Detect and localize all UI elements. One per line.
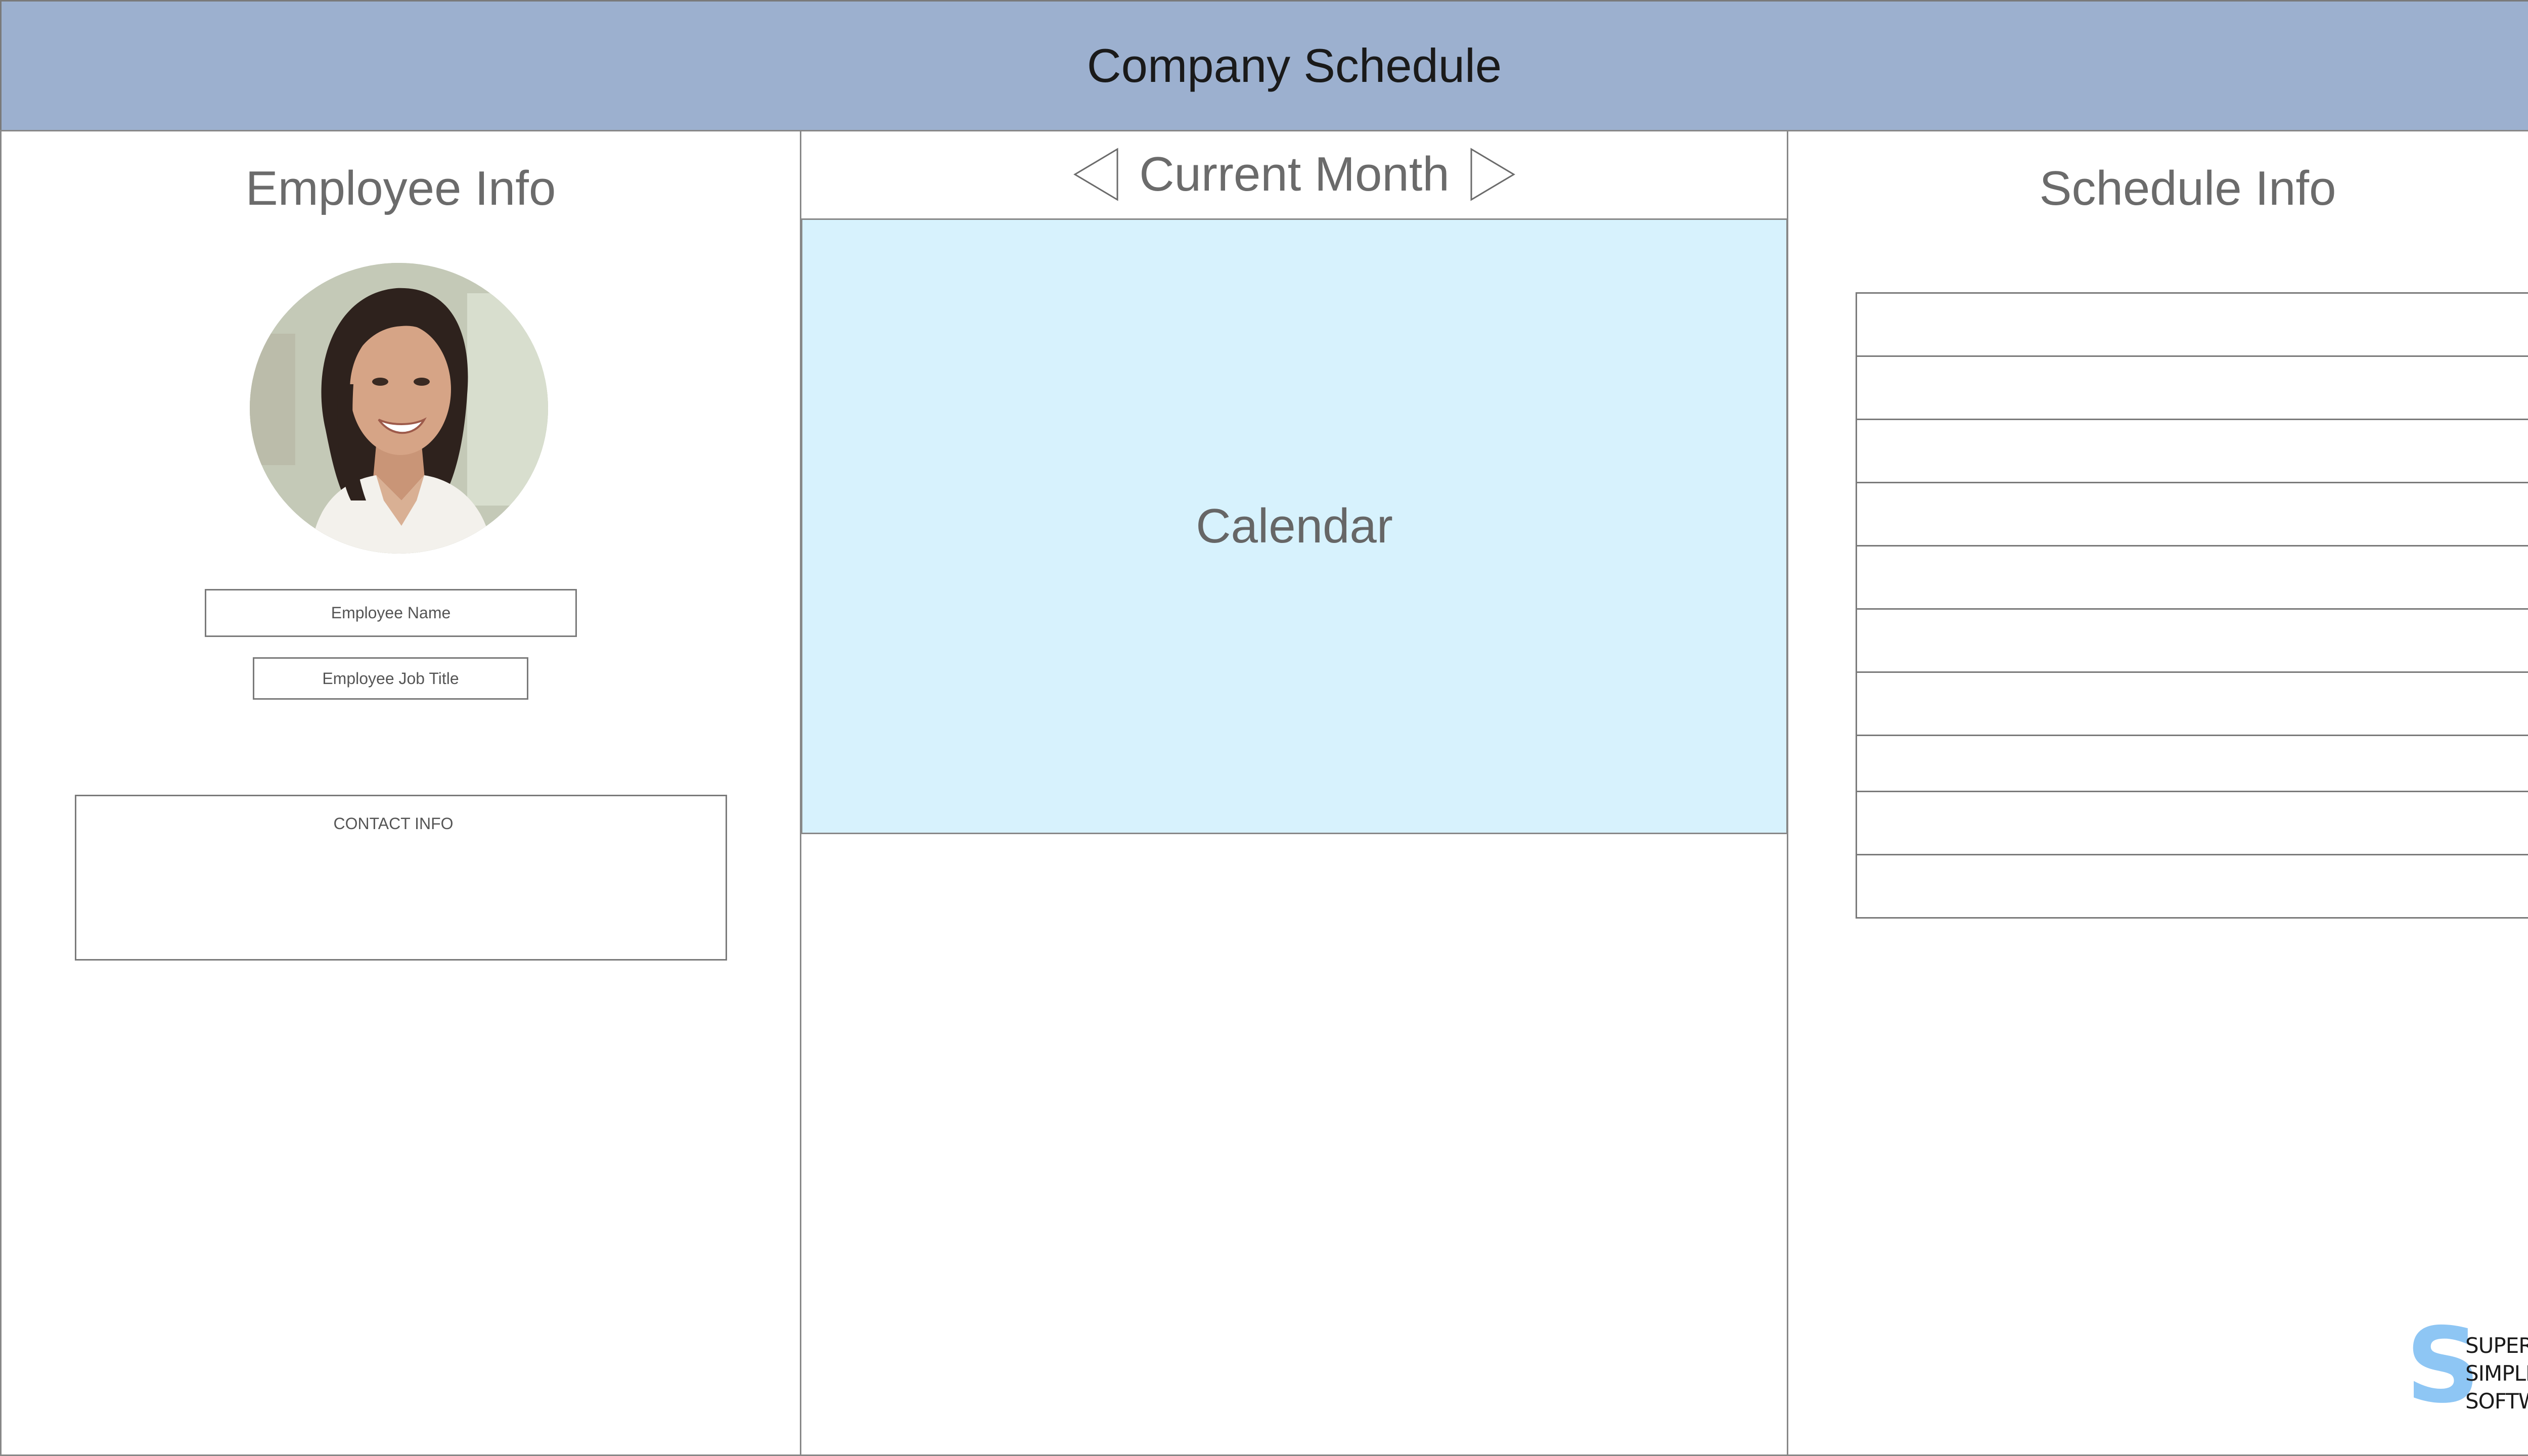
employee-avatar[interactable]	[250, 263, 548, 554]
app-header: Company Schedule	[0, 0, 2528, 131]
employee-info-heading: Employee Info	[245, 161, 556, 215]
schedule-row[interactable]	[1856, 482, 2528, 547]
schedule-row[interactable]	[1856, 419, 2528, 483]
contact-info-box[interactable]: CONTACT INFO	[75, 795, 727, 961]
contact-info-label: CONTACT INFO	[333, 814, 454, 833]
prev-month-icon[interactable]	[1072, 147, 1120, 202]
current-month-label: Current Month	[1139, 147, 1450, 201]
schedule-info-heading: Schedule Info	[2039, 161, 2336, 215]
employee-job-title-field[interactable]: Employee Job Title	[253, 657, 528, 700]
month-navigation: Current Month	[801, 130, 1787, 218]
schedule-row[interactable]	[1856, 854, 2528, 919]
schedule-row[interactable]	[1856, 671, 2528, 736]
schedule-row[interactable]	[1856, 735, 2528, 792]
employee-name-placeholder: Employee Name	[331, 604, 451, 622]
schedule-row[interactable]	[1856, 545, 2528, 610]
schedule-row[interactable]	[1856, 608, 2528, 673]
schedule-list	[1856, 292, 2528, 919]
schedule-row[interactable]	[1856, 292, 2528, 357]
schedule-row[interactable]	[1856, 355, 2528, 420]
app-title: Company Schedule	[1087, 39, 1502, 92]
calendar-area[interactable]: Calendar	[801, 218, 1788, 834]
logo-line-software: SOFTWARE	[2465, 1389, 2528, 1414]
employee-job-title-placeholder: Employee Job Title	[322, 669, 459, 688]
next-month-icon[interactable]	[1469, 147, 1517, 202]
employee-name-field[interactable]: Employee Name	[205, 589, 577, 637]
logo-line-simple: SIMPLE	[2465, 1361, 2528, 1386]
calendar-label: Calendar	[1196, 499, 1393, 553]
logo-wordmark: SUPER SIMPLE SOFTWARE	[2465, 1332, 2528, 1415]
schedule-row[interactable]	[1856, 791, 2528, 855]
company-logo: S SUPER SIMPLE SOFTWARE	[2406, 1314, 2528, 1420]
logo-line-super: SUPER	[2465, 1333, 2528, 1358]
employee-photo	[250, 263, 548, 554]
